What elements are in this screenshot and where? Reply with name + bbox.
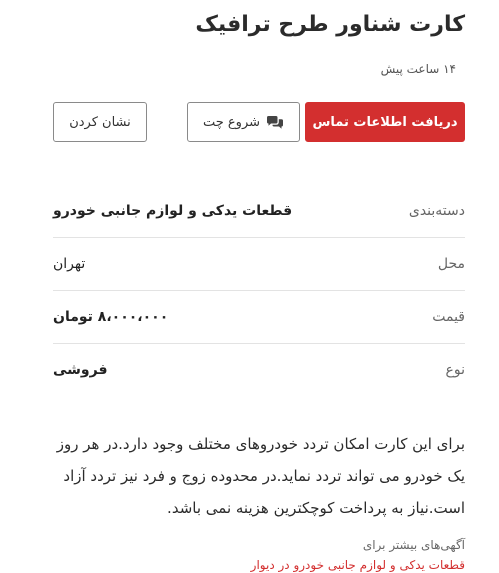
ad-detail-page: کارت شناور طرح ترافیک ۱۴ ساعت پیش دریافت… — [0, 0, 499, 573]
detail-value: ۸،۰۰۰،۰۰۰ تومان — [53, 309, 169, 325]
detail-label: محل — [437, 256, 465, 272]
contact-info-button[interactable]: دریافت اطلاعات تماس — [305, 102, 465, 142]
start-chat-button[interactable]: شروع چت — [187, 102, 300, 142]
detail-row-price: قیمت ۸،۰۰۰،۰۰۰ تومان — [53, 291, 465, 344]
bookmark-button[interactable]: نشان کردن — [53, 102, 147, 142]
page-title: کارت شناور طرح ترافیک — [195, 12, 465, 37]
detail-label: قیمت — [432, 309, 465, 325]
detail-value: تهران — [53, 256, 86, 272]
detail-value[interactable]: قطعات یدکی و لوازم جانبی خودرو — [53, 203, 292, 219]
details-list: دسته‌بندی قطعات یدکی و لوازم جانبی خودرو… — [53, 185, 465, 396]
post-time: ۱۴ ساعت پیش — [380, 62, 456, 76]
detail-label: دسته‌بندی — [408, 203, 465, 219]
detail-row-type: نوع فروشی — [53, 344, 465, 396]
more-ads-link[interactable]: قطعات یدکی و لوازم جانبی خودرو در دیوار — [251, 558, 465, 572]
start-chat-label: شروع چت — [202, 114, 261, 130]
bookmark-label: نشان کردن — [69, 114, 131, 130]
contact-info-label: دریافت اطلاعات تماس — [312, 114, 458, 130]
more-ads-label: آگهی‌های بیشتر برای — [362, 538, 465, 552]
detail-label: نوع — [445, 362, 465, 378]
detail-row-location: محل تهران — [53, 238, 465, 291]
detail-value: فروشی — [53, 362, 108, 378]
ad-description: برای این کارت امکان تردد خودروهای مختلف … — [56, 435, 465, 517]
detail-row-category: دسته‌بندی قطعات یدکی و لوازم جانبی خودرو — [53, 185, 465, 238]
chat-bubbles-icon — [266, 115, 284, 130]
